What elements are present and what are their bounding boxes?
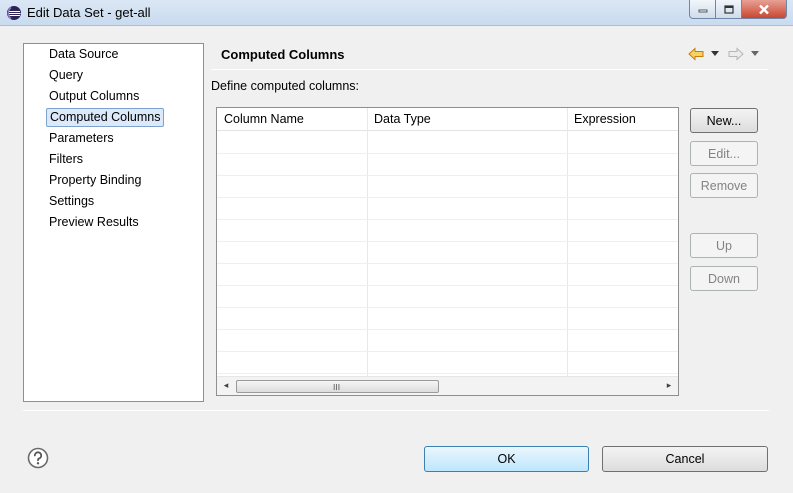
row-divider bbox=[217, 153, 678, 154]
close-icon bbox=[759, 4, 769, 14]
nav-item-computed-columns[interactable]: Computed Columns bbox=[46, 108, 165, 127]
edit-data-set-dialog: Edit Data Set - get-all Data Source Quer… bbox=[0, 0, 793, 493]
scroll-right-icon[interactable]: ▸ bbox=[664, 381, 674, 391]
remove-button[interactable]: Remove bbox=[690, 173, 758, 198]
nav-item-settings[interactable]: Settings bbox=[46, 192, 97, 211]
new-button[interactable]: New... bbox=[690, 108, 758, 133]
define-label: Define computed columns: bbox=[211, 79, 359, 93]
up-button[interactable]: Up bbox=[690, 233, 758, 258]
forward-arrow-icon bbox=[728, 47, 744, 61]
horizontal-scrollbar[interactable]: ◂ III ▸ bbox=[217, 376, 678, 395]
nav-item-data-source[interactable]: Data Source bbox=[46, 45, 121, 64]
nav-item-parameters[interactable]: Parameters bbox=[46, 129, 117, 148]
row-divider bbox=[217, 329, 678, 330]
row-divider bbox=[217, 241, 678, 242]
row-divider bbox=[217, 219, 678, 220]
maximize-icon bbox=[723, 4, 734, 14]
row-divider bbox=[217, 351, 678, 352]
row-divider bbox=[217, 373, 678, 374]
nav-tree[interactable]: Data Source Query Output Columns Compute… bbox=[23, 43, 204, 402]
minimize-icon bbox=[698, 9, 707, 13]
row-divider bbox=[217, 175, 678, 176]
grip-icon: III bbox=[333, 383, 341, 392]
row-divider bbox=[217, 263, 678, 264]
close-button[interactable] bbox=[742, 0, 787, 19]
cancel-button[interactable]: Cancel bbox=[602, 446, 768, 472]
eclipse-icon bbox=[7, 6, 21, 20]
computed-columns-table[interactable]: Column Name Data Type Expression ◂ III ▸ bbox=[216, 107, 679, 396]
help-icon[interactable] bbox=[27, 447, 49, 469]
down-button[interactable]: Down bbox=[690, 266, 758, 291]
column-header-name[interactable]: Column Name bbox=[217, 108, 367, 131]
history-nav bbox=[688, 46, 763, 62]
header-separator bbox=[211, 69, 768, 70]
column-divider bbox=[567, 108, 568, 376]
window-title: Edit Data Set - get-all bbox=[27, 5, 151, 20]
nav-item-filters[interactable]: Filters bbox=[46, 150, 86, 169]
title-bar[interactable]: Edit Data Set - get-all bbox=[0, 0, 793, 26]
table-header: Column Name Data Type Expression bbox=[217, 108, 678, 131]
column-header-type[interactable]: Data Type bbox=[367, 108, 567, 131]
forward-dropdown-icon bbox=[751, 51, 759, 56]
minimize-button[interactable] bbox=[689, 0, 716, 19]
row-divider bbox=[217, 307, 678, 308]
back-dropdown-icon[interactable] bbox=[711, 51, 719, 57]
row-divider bbox=[217, 197, 678, 198]
back-arrow-icon[interactable] bbox=[688, 47, 704, 61]
page-title: Computed Columns bbox=[221, 47, 345, 62]
nav-item-property-binding[interactable]: Property Binding bbox=[46, 171, 144, 190]
nav-item-query[interactable]: Query bbox=[46, 66, 86, 85]
scroll-left-icon[interactable]: ◂ bbox=[221, 381, 231, 391]
row-divider bbox=[217, 285, 678, 286]
column-header-expression[interactable]: Expression bbox=[567, 108, 678, 131]
maximize-button[interactable] bbox=[716, 0, 742, 19]
scrollbar-thumb[interactable]: III bbox=[236, 380, 439, 393]
footer-separator bbox=[23, 410, 769, 411]
edit-button[interactable]: Edit... bbox=[690, 141, 758, 166]
ok-button[interactable]: OK bbox=[424, 446, 589, 472]
nav-item-preview-results[interactable]: Preview Results bbox=[46, 213, 142, 232]
nav-item-output-columns[interactable]: Output Columns bbox=[46, 87, 142, 106]
column-divider bbox=[367, 108, 368, 376]
